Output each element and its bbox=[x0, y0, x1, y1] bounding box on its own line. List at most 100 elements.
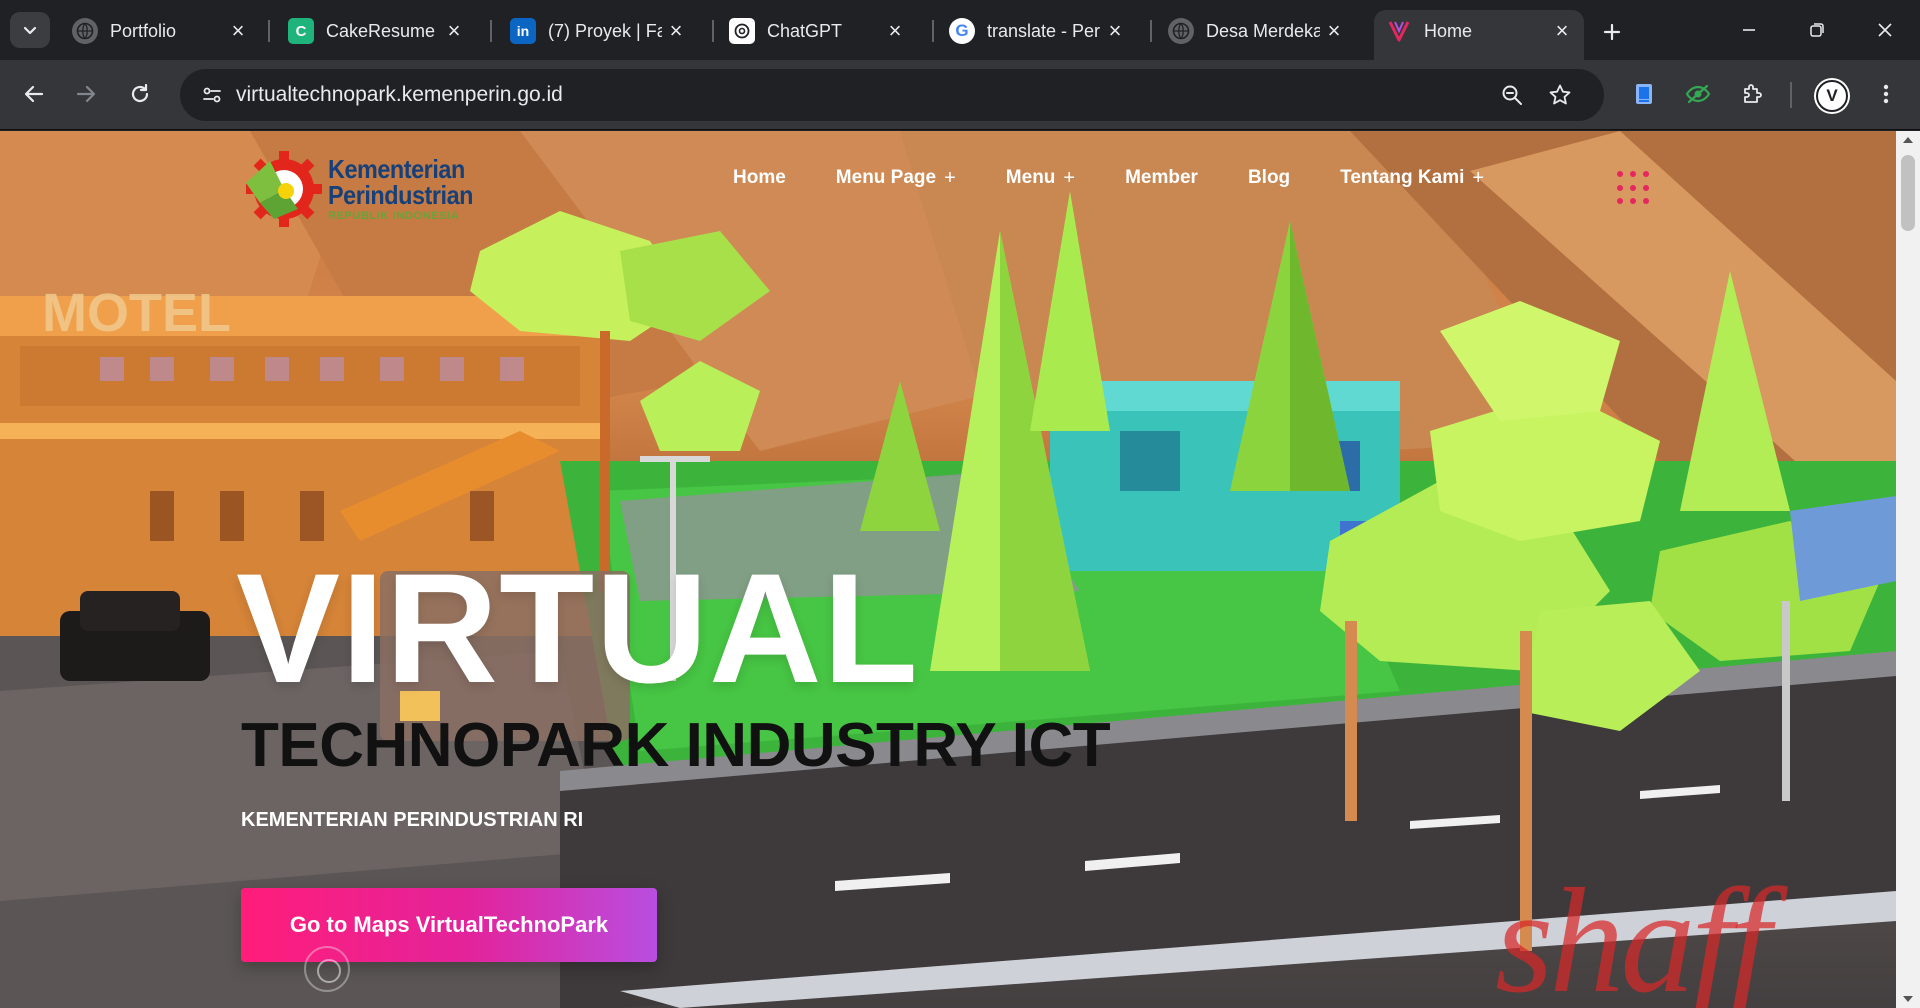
globe-icon bbox=[1168, 18, 1194, 44]
extensions-button[interactable] bbox=[1732, 74, 1772, 114]
tab-linkedin[interactable]: in (7) Proyek | Fa × bbox=[498, 10, 698, 52]
chatgpt-icon bbox=[729, 18, 755, 44]
close-icon bbox=[1878, 23, 1892, 37]
close-icon[interactable]: × bbox=[1548, 17, 1576, 45]
tab-title: translate - Per bbox=[987, 20, 1101, 41]
linkedin-icon: in bbox=[510, 18, 536, 44]
restore-button[interactable] bbox=[1792, 10, 1842, 50]
close-icon[interactable]: × bbox=[662, 17, 690, 45]
hero-subtitle: TECHNOPARK INDUSTRY ICT bbox=[241, 711, 1111, 780]
page-scrollbar[interactable] bbox=[1896, 131, 1920, 1008]
nav-label: Blog bbox=[1247, 167, 1291, 188]
nav-blog[interactable]: Blog bbox=[1248, 167, 1290, 189]
url-text[interactable]: virtualtechnopark.kemenperin.go.id bbox=[236, 69, 563, 121]
logo-line-1: Kementerian bbox=[328, 154, 465, 184]
tab-cakeresume[interactable]: C CakeResume × bbox=[276, 10, 476, 52]
site-v-icon bbox=[1386, 18, 1412, 44]
close-icon[interactable]: × bbox=[440, 17, 468, 45]
ministry-gear-logo-icon bbox=[240, 151, 324, 227]
google-icon: G bbox=[949, 18, 975, 44]
forward-button[interactable] bbox=[66, 74, 106, 114]
hero-organization: KEMENTERIAN PERINDUSTRIAN RI bbox=[241, 809, 584, 831]
minimize-button[interactable] bbox=[1724, 10, 1774, 50]
tab-title: (7) Proyek | Fa bbox=[548, 20, 662, 41]
tab-home[interactable]: Home × bbox=[1374, 10, 1584, 60]
plus-icon: + bbox=[1472, 166, 1485, 189]
tab-divider bbox=[712, 20, 714, 42]
plus-icon: + bbox=[944, 166, 956, 189]
tab-title: Portfolio bbox=[110, 20, 177, 41]
tab-strip: Portfolio × C CakeResume × in (7) Proyek… bbox=[0, 0, 1920, 60]
logo-line-3: REPUBLIK INDONESIA bbox=[328, 210, 460, 222]
close-icon[interactable]: × bbox=[1320, 17, 1348, 45]
browser-toolbar: virtualtechnopark.kemenperin.go.id V bbox=[0, 60, 1920, 130]
watermark-text: shaff bbox=[1495, 858, 1771, 1008]
tab-search-button[interactable] bbox=[10, 12, 50, 48]
restore-icon bbox=[1810, 23, 1824, 37]
toolbar-divider bbox=[1790, 82, 1792, 108]
tab-title: ChatGPT bbox=[767, 20, 843, 41]
back-button[interactable] bbox=[14, 74, 54, 114]
site-info-icon[interactable] bbox=[194, 77, 230, 113]
nav-label: Tentang Kami bbox=[1340, 167, 1465, 188]
address-bar[interactable]: virtualtechnopark.kemenperin.go.id bbox=[180, 69, 1604, 121]
tab-divider bbox=[268, 20, 270, 42]
page-viewport: MOTEL Kementerian Perindustrian REPUBLIK… bbox=[0, 131, 1896, 1008]
tab-title: CakeResume bbox=[326, 20, 436, 41]
reload-icon bbox=[131, 83, 149, 103]
close-icon[interactable]: × bbox=[1101, 17, 1129, 45]
puzzle-icon bbox=[1744, 84, 1762, 103]
nav-menu[interactable]: Menu + bbox=[1006, 167, 1075, 190]
eye-extension-button[interactable] bbox=[1678, 74, 1718, 114]
plus-icon bbox=[1603, 23, 1621, 41]
scroll-down-arrow-icon[interactable] bbox=[1903, 996, 1913, 1002]
zoom-icon[interactable] bbox=[1494, 77, 1530, 113]
tab-chatgpt[interactable]: ChatGPT × bbox=[717, 10, 917, 52]
scrollbar-thumb[interactable] bbox=[1901, 155, 1915, 231]
chevron-down-icon bbox=[23, 26, 37, 35]
tab-desa-merdeka[interactable]: Desa Merdeka × bbox=[1156, 10, 1356, 52]
decorative-ring-icon bbox=[304, 946, 350, 992]
browser-menu-button[interactable] bbox=[1866, 74, 1906, 114]
logo-wordmark: Kementerian Perindustrian REPUBLIK INDON… bbox=[328, 156, 489, 222]
logo-line-2: Perindustrian bbox=[328, 180, 473, 210]
tab-title: Desa Merdeka bbox=[1206, 20, 1320, 41]
nav-label: Member bbox=[1125, 167, 1198, 188]
hero-title: VIRTUAL bbox=[236, 542, 919, 716]
nav-member[interactable]: Member bbox=[1125, 167, 1198, 189]
tab-divider bbox=[932, 20, 934, 42]
nav-label: Home bbox=[733, 167, 786, 188]
grid-menu-icon[interactable] bbox=[1617, 171, 1651, 205]
nav-home[interactable]: Home bbox=[733, 167, 786, 189]
arrow-right-icon bbox=[76, 85, 96, 103]
nav-menu-page[interactable]: Menu Page + bbox=[836, 167, 956, 190]
close-window-button[interactable] bbox=[1860, 10, 1910, 50]
book-icon bbox=[1636, 84, 1652, 104]
plus-icon: + bbox=[1063, 166, 1076, 189]
close-icon[interactable]: × bbox=[881, 17, 909, 45]
nav-label: Menu Page bbox=[835, 167, 937, 188]
bookmark-star-icon[interactable] bbox=[1542, 77, 1578, 113]
reading-extension-button[interactable] bbox=[1624, 74, 1664, 114]
new-tab-button[interactable] bbox=[1594, 14, 1630, 50]
tab-portfolio[interactable]: Portfolio × bbox=[60, 10, 260, 52]
arrow-left-icon bbox=[24, 85, 44, 103]
nav-tentang-kami[interactable]: Tentang Kami + bbox=[1340, 167, 1484, 190]
tab-title: Home bbox=[1424, 20, 1473, 41]
profile-avatar[interactable]: V bbox=[1816, 80, 1848, 112]
tab-divider bbox=[490, 20, 492, 42]
reload-button[interactable] bbox=[120, 74, 160, 114]
cakeresume-icon: C bbox=[288, 18, 314, 44]
tab-translate[interactable]: G translate - Per × bbox=[937, 10, 1137, 52]
tab-divider bbox=[1150, 20, 1152, 42]
site-logo[interactable]: Kementerian Perindustrian REPUBLIK INDON… bbox=[240, 151, 489, 227]
scroll-up-arrow-icon[interactable] bbox=[1903, 137, 1913, 143]
minimize-icon bbox=[1743, 29, 1755, 31]
eye-slash-icon bbox=[1685, 84, 1711, 104]
site-nav: Home Menu Page + Menu + Member Blog Tentan… bbox=[733, 161, 1534, 195]
go-to-maps-button[interactable]: Go to Maps VirtualTechnoPark bbox=[241, 888, 657, 962]
motel-sign: MOTEL bbox=[42, 283, 231, 343]
close-icon[interactable]: × bbox=[224, 17, 252, 45]
nav-label: Menu bbox=[1005, 167, 1056, 188]
kebab-menu-icon bbox=[1883, 84, 1889, 104]
